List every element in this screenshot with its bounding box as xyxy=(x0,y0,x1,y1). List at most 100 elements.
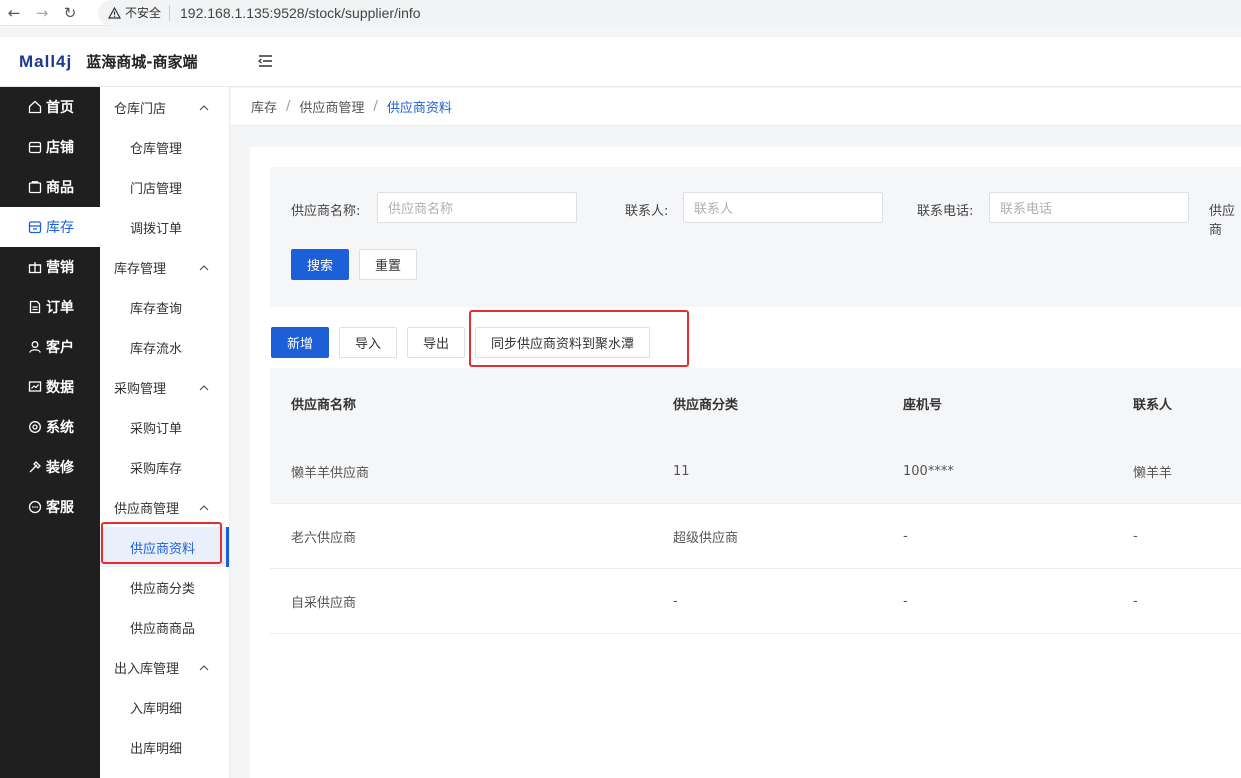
nav-decorate-label: 装修 xyxy=(46,460,74,476)
add-button[interactable]: 新增 xyxy=(271,327,329,358)
import-button[interactable]: 导入 xyxy=(339,327,397,358)
decorate-icon xyxy=(27,459,43,475)
nav-item-supplier-goods[interactable]: 供应商商品 xyxy=(100,607,229,647)
column-header: 供应商名称 xyxy=(291,398,357,413)
breadcrumb-item[interactable]: 供应商管理 xyxy=(299,97,364,116)
primary-sidebar: 首页 店铺 商品 库存 营销 订单 客户 数据 系统 装修 客服 xyxy=(0,87,100,778)
nav-store-label: 店铺 xyxy=(46,140,74,156)
chevron-up-icon xyxy=(199,500,209,515)
nav-home-label: 首页 xyxy=(46,100,74,116)
reset-button[interactable]: 重置 xyxy=(359,249,417,280)
nav-customers[interactable]: 客户 xyxy=(0,327,100,367)
table-cell: - xyxy=(903,528,908,544)
table-row[interactable]: 老六供应商 超级供应商 - - xyxy=(270,504,1241,569)
search-panel: 供应商名称: 供应商名称 联系人: 联系人 联系电话: 联系电话 供应商 搜索 … xyxy=(270,167,1241,307)
main-content: 供应商名称: 供应商名称 联系人: 联系人 联系电话: 联系电话 供应商 搜索 … xyxy=(250,147,1241,778)
phone-input[interactable]: 联系电话 xyxy=(989,192,1189,223)
nav-item-purchase-stock[interactable]: 采购库存 xyxy=(100,447,229,487)
nav-goods-label: 商品 xyxy=(46,180,74,196)
table-header: 供应商名称 供应商分类 座机号 联系人 xyxy=(270,368,1241,439)
nav-service[interactable]: 客服 xyxy=(0,487,100,527)
table-cell: 自采供应商 xyxy=(291,595,357,611)
back-icon[interactable]: ← xyxy=(0,0,28,26)
nav-item-purchase-order[interactable]: 采购订单 xyxy=(100,407,229,447)
menu-collapse-icon[interactable] xyxy=(256,51,274,71)
gift-icon xyxy=(27,259,43,275)
security-label: 不安全 xyxy=(125,6,162,20)
nav-data-label: 数据 xyxy=(46,380,74,396)
browser-toolbar: ← → ↻ 不安全 192.168.1.135:9528/stock/suppl… xyxy=(0,0,1241,26)
supplier-name-input[interactable]: 供应商名称 xyxy=(377,192,577,223)
shop-name: 蓝海商城-商家端 xyxy=(86,53,198,71)
export-button[interactable]: 导出 xyxy=(407,327,465,358)
nav-store[interactable]: 店铺 xyxy=(0,127,100,167)
chevron-up-icon xyxy=(199,100,209,115)
breadcrumb-item[interactable]: 库存 xyxy=(251,97,277,116)
table-cell: 老六供应商 xyxy=(291,530,357,546)
nav-item-store-manage[interactable]: 门店管理 xyxy=(100,167,229,207)
nav-orders[interactable]: 订单 xyxy=(0,287,100,327)
table-cell: - xyxy=(673,593,678,609)
nav-marketing[interactable]: 营销 xyxy=(0,247,100,287)
nav-goods[interactable]: 商品 xyxy=(0,167,100,207)
nav-group-supplier[interactable]: 供应商管理 xyxy=(100,487,229,527)
nav-inventory[interactable]: 库存 xyxy=(0,207,100,247)
nav-item-outbound-detail[interactable]: 出库明细 xyxy=(100,727,229,767)
nav-inventory-label: 库存 xyxy=(46,220,74,236)
nav-group-label: 仓库门店 xyxy=(114,101,167,117)
contact-label: 联系人: xyxy=(625,204,669,219)
table-cell: - xyxy=(1133,593,1138,609)
breadcrumb: 库存 / 供应商管理 / 供应商资料 xyxy=(231,88,1241,126)
table-row[interactable]: 懒羊羊供应商 11 100**** 懒羊羊 xyxy=(270,439,1241,504)
nav-orders-label: 订单 xyxy=(46,300,74,316)
chevron-up-icon xyxy=(199,660,209,675)
chevron-up-icon xyxy=(199,260,209,275)
store-icon xyxy=(27,139,43,155)
nav-home[interactable]: 首页 xyxy=(0,87,100,127)
column-header: 联系人 xyxy=(1133,398,1173,413)
nav-item-transfer-order[interactable]: 调拨订单 xyxy=(100,207,229,247)
goods-icon xyxy=(27,179,43,195)
nav-group-warehouse[interactable]: 仓库门店 xyxy=(100,87,229,127)
order-icon xyxy=(27,299,43,315)
nav-group-label: 采购管理 xyxy=(114,381,167,397)
nav-item-stock-flow[interactable]: 库存流水 xyxy=(100,327,229,367)
nav-item-supplier-category[interactable]: 供应商分类 xyxy=(100,567,229,607)
search-button[interactable]: 搜索 xyxy=(291,249,349,280)
table-row[interactable]: 自采供应商 - - - xyxy=(270,569,1241,634)
nav-item-inbound-detail[interactable]: 入库明细 xyxy=(100,687,229,727)
supplier-name-label: 供应商名称: xyxy=(291,204,361,219)
customer-icon xyxy=(27,339,43,355)
nav-group-in-out[interactable]: 出入库管理 xyxy=(100,647,229,687)
nav-decorate[interactable]: 装修 xyxy=(0,447,100,487)
nav-group-inventory[interactable]: 库存管理 xyxy=(100,247,229,287)
data-icon xyxy=(27,379,43,395)
table-cell: - xyxy=(903,593,908,609)
settings-icon xyxy=(27,419,43,435)
table-cell: - xyxy=(1133,528,1138,544)
nav-item-warehouse-manage[interactable]: 仓库管理 xyxy=(100,127,229,167)
forward-icon[interactable]: → xyxy=(28,0,56,26)
breadcrumb-separator: / xyxy=(373,99,378,114)
nav-item-stock-query[interactable]: 库存查询 xyxy=(100,287,229,327)
chat-icon xyxy=(27,499,43,515)
nav-data[interactable]: 数据 xyxy=(0,367,100,407)
app-header: Mall4j 蓝海商城-商家端 xyxy=(0,37,1241,87)
url-text[interactable]: 192.168.1.135:9528/stock/supplier/info xyxy=(180,5,421,21)
nav-group-purchase[interactable]: 采购管理 xyxy=(100,367,229,407)
contact-input[interactable]: 联系人 xyxy=(683,192,883,223)
nav-system[interactable]: 系统 xyxy=(0,407,100,447)
logo: Mall4j xyxy=(19,51,73,71)
chevron-up-icon xyxy=(199,380,209,395)
reload-icon[interactable]: ↻ xyxy=(56,0,84,26)
table-cell: 11 xyxy=(673,463,690,479)
breadcrumb-separator: / xyxy=(286,99,291,114)
column-header: 座机号 xyxy=(903,398,943,413)
table-cell: 懒羊羊供应商 xyxy=(291,465,370,481)
phone-label: 联系电话: xyxy=(917,204,974,219)
security-indicator[interactable]: 不安全 xyxy=(108,4,171,21)
secondary-sidebar: 仓库门店 仓库管理 门店管理 调拨订单 库存管理 库存查询 库存流水 采购管理 … xyxy=(100,87,230,778)
supplier-table: 供应商名称 供应商分类 座机号 联系人 懒羊羊供应商 11 100**** 懒羊… xyxy=(270,368,1241,634)
address-bar[interactable]: 不安全 192.168.1.135:9528/stock/supplier/in… xyxy=(98,0,1241,26)
nav-group-label: 供应商管理 xyxy=(114,501,180,517)
